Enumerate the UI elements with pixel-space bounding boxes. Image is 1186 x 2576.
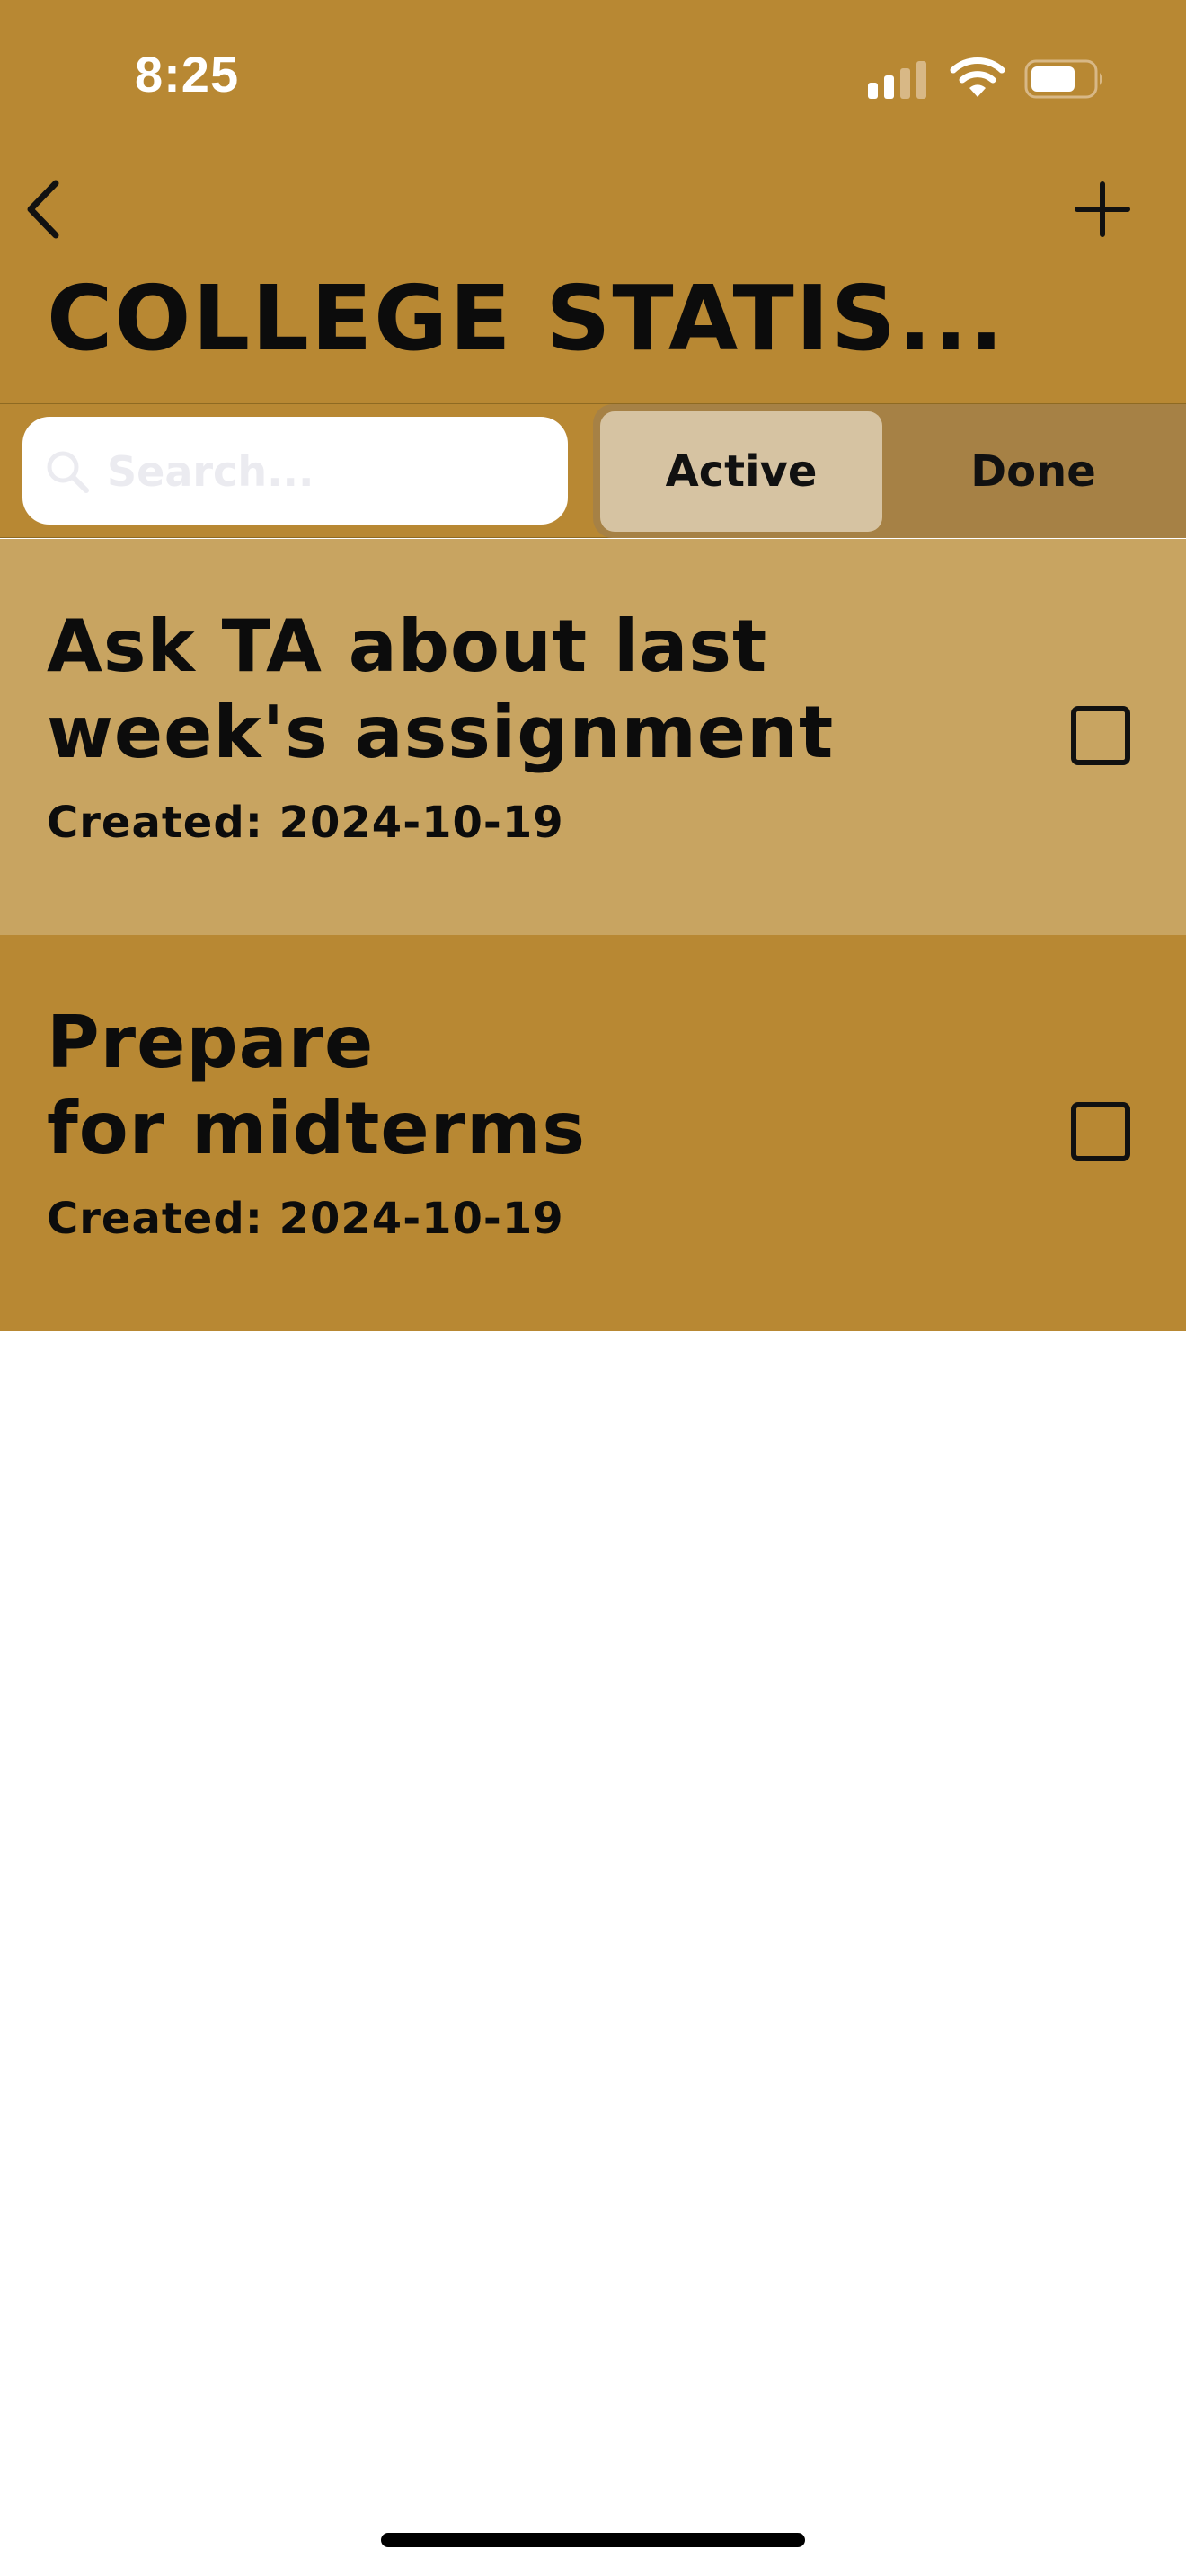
task-title: Prepare for midterms [47, 1001, 587, 1170]
header: 8:25 COLLEGE STATIS... [0, 0, 1186, 403]
task-row[interactable]: Prepare for midterms Created: 2024-10-19 [0, 935, 1186, 1331]
segment-done[interactable]: Done [890, 411, 1177, 532]
task-created-date: Created: 2024-10-19 [47, 1194, 564, 1244]
search-icon [47, 451, 89, 493]
cellular-signal-icon [868, 59, 931, 99]
task-created-date: Created: 2024-10-19 [47, 798, 564, 848]
task-title: Ask TA about last week's assignment [47, 604, 835, 774]
task-row[interactable]: Ask TA about last week's assignment Crea… [0, 539, 1186, 935]
chevron-left-icon[interactable] [20, 176, 66, 243]
filter-segmented-control: Active Done [593, 404, 1186, 538]
search-bar[interactable] [22, 417, 568, 525]
segment-active[interactable]: Active [600, 411, 882, 532]
home-indicator [381, 2533, 805, 2547]
page-title: COLLEGE STATIS... [47, 269, 1005, 368]
task-checkbox[interactable] [1071, 1102, 1130, 1161]
wifi-icon [950, 57, 1005, 97]
toolbar: Active Done [0, 403, 1186, 538]
plus-icon[interactable] [1074, 181, 1131, 238]
task-checkbox[interactable] [1071, 706, 1130, 765]
battery-icon [1024, 59, 1102, 99]
status-time: 8:25 [135, 46, 240, 102]
search-input[interactable] [105, 437, 540, 507]
